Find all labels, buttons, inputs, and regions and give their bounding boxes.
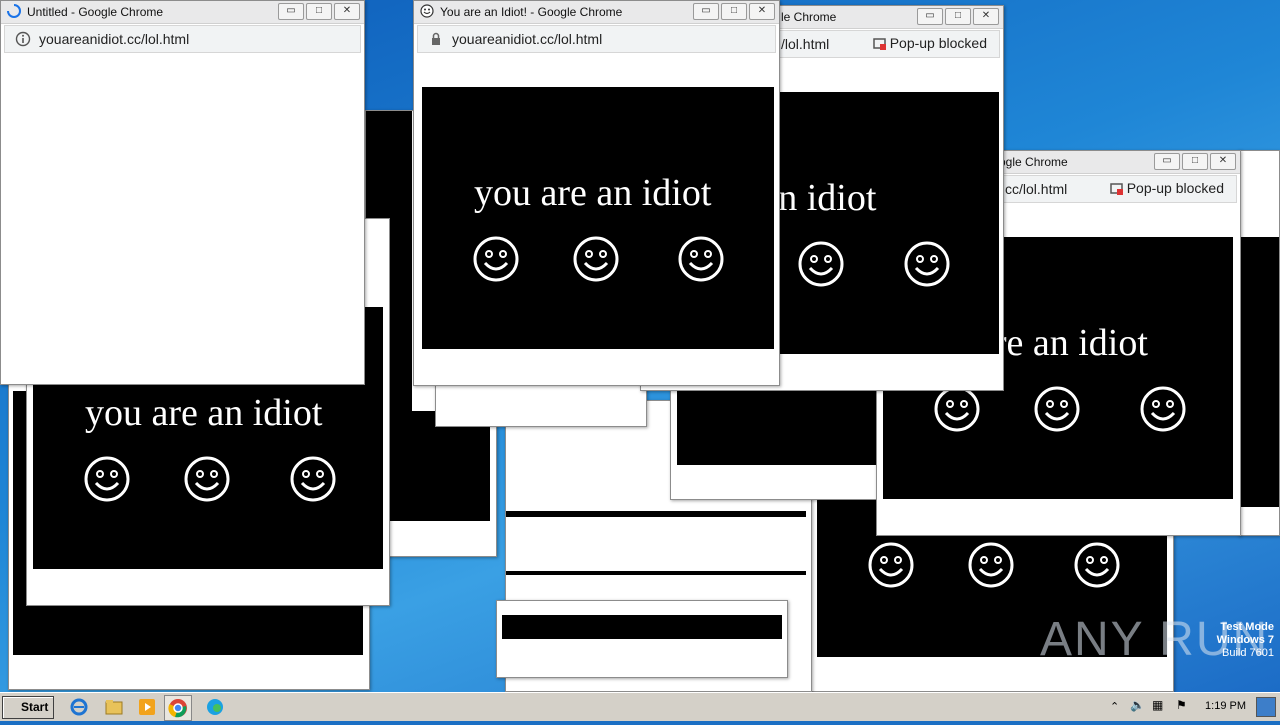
window-title: ogle Chrome [999, 155, 1068, 169]
window-title: You are an Idiot! - Google Chrome [440, 5, 623, 19]
test-mode-watermark: Test Mode Windows 7 Build 7601 [1217, 621, 1274, 660]
idiot-message: you are an idiot [474, 172, 712, 214]
lock-icon[interactable] [428, 31, 444, 47]
window-controls: ▭ □ ✕ [278, 3, 360, 20]
url-text: youareanidiot.cc/lol.html [452, 31, 603, 47]
watermark-line: Test Mode [1220, 621, 1274, 633]
popup-blocked-icon[interactable] [873, 37, 887, 51]
minimize-button[interactable]: ▭ [693, 3, 719, 20]
smiley-icon [1074, 542, 1120, 588]
tray-expand-icon[interactable]: ⌃ [1110, 700, 1119, 713]
window-controls: ▭ □ ✕ [917, 8, 999, 25]
smiley-icon [473, 236, 519, 282]
loading-spinner-icon [7, 4, 21, 18]
content-panel [422, 87, 774, 349]
popup-blocked-icon[interactable] [1110, 182, 1124, 196]
browser-window-bg-5[interactable] [670, 380, 882, 500]
content-panel [386, 411, 490, 521]
media-player-icon[interactable] [136, 696, 158, 718]
browser-window-bg-8[interactable] [1238, 150, 1280, 536]
minimize-button[interactable]: ▭ [1154, 153, 1180, 170]
clock[interactable]: 1:19 PM [1205, 700, 1246, 712]
watermark-line: Windows 7 [1216, 634, 1274, 646]
address-bar[interactable]: youareanidiot.cc/lol.html [417, 25, 776, 53]
smiley-icon [798, 241, 844, 287]
idiot-message: you are an idiot [85, 392, 323, 434]
file-explorer-icon[interactable] [103, 696, 125, 718]
smiley-icon [968, 542, 1014, 588]
browser-window-bg-7[interactable] [435, 380, 647, 427]
info-icon[interactable] [15, 31, 31, 47]
smiley-icon [184, 456, 230, 502]
minimize-button[interactable]: ▭ [278, 3, 304, 20]
maximize-button[interactable]: □ [721, 3, 747, 20]
content-panel [506, 511, 806, 517]
smiley-icon [290, 456, 336, 502]
maximize-button[interactable]: □ [1182, 153, 1208, 170]
popup-blocked-label[interactable]: Pop-up blocked [890, 35, 987, 51]
show-desktop-button[interactable] [1256, 697, 1276, 717]
edge-icon[interactable] [204, 696, 226, 718]
url-text: youareanidiot.cc/lol.html [39, 31, 190, 47]
speaker-icon[interactable]: 🔈 [1130, 698, 1145, 712]
start-button[interactable]: Start [2, 696, 54, 719]
browser-window-untitled[interactable]: Untitled - Google Chrome ▭ □ ✕ youareani… [0, 0, 365, 385]
internet-explorer-icon[interactable] [68, 696, 90, 718]
smiley-icon [934, 386, 980, 432]
url-text: cc/lol.html [1005, 181, 1068, 197]
close-button[interactable]: ✕ [334, 3, 360, 20]
browser-window-bg-4[interactable] [496, 600, 788, 678]
taskbar: Start ⌃ 🔈 ▦ ⚑ 1:19 PM [0, 692, 1280, 721]
popup-blocked-label[interactable]: Pop-up blocked [1127, 180, 1224, 196]
title-bar[interactable]: Untitled - Google Chrome ▭ □ ✕ [1, 1, 364, 24]
title-bar[interactable]: You are an Idiot! - Google Chrome ▭ □ ✕ [414, 1, 779, 24]
smiley-icon [573, 236, 619, 282]
url-text: /lol.html [781, 36, 830, 52]
minimize-button[interactable]: ▭ [917, 8, 943, 25]
network-icon[interactable]: ▦ [1152, 698, 1163, 712]
close-button[interactable]: ✕ [749, 3, 775, 20]
chrome-icon [168, 699, 187, 718]
smiley-icon [868, 542, 914, 588]
window-controls: ▭ □ ✕ [693, 3, 775, 20]
smiley-icon [678, 236, 724, 282]
close-button[interactable]: ✕ [1210, 153, 1236, 170]
smiley-favicon-icon [420, 4, 434, 18]
content-panel [1241, 237, 1279, 507]
window-title: Untitled - Google Chrome [27, 5, 164, 19]
smiley-icon [84, 456, 130, 502]
smiley-icon [904, 241, 950, 287]
content-panel [502, 615, 782, 639]
desktop: you are an idiot ogle Chrome ▭ □ ✕ cc/lo… [0, 0, 1280, 692]
window-controls: ▭ □ ✕ [1154, 153, 1236, 170]
address-bar[interactable]: youareanidiot.cc/lol.html [4, 25, 361, 53]
smiley-icon [1140, 386, 1186, 432]
smiley-icon [1034, 386, 1080, 432]
content-panel [506, 571, 806, 575]
maximize-button[interactable]: □ [306, 3, 332, 20]
maximize-button[interactable]: □ [945, 8, 971, 25]
chrome-taskbar-button[interactable] [164, 695, 192, 721]
content-panel [677, 381, 877, 465]
flag-icon[interactable]: ⚑ [1176, 698, 1187, 712]
window-title: le Chrome [781, 10, 837, 24]
watermark-line: Build 7601 [1222, 647, 1274, 659]
browser-window-main[interactable]: You are an Idiot! - Google Chrome ▭ □ ✕ … [413, 0, 780, 386]
close-button[interactable]: ✕ [973, 8, 999, 25]
